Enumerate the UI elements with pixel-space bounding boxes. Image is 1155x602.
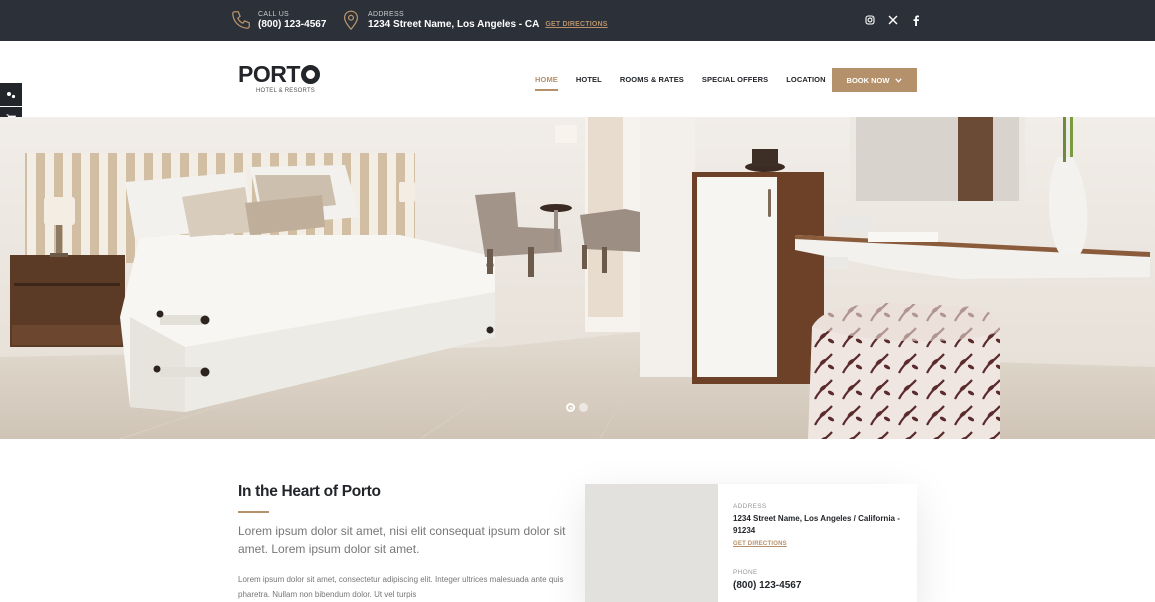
chevron-down-icon (895, 77, 903, 83)
nav-special-offers[interactable]: SPECIAL OFFERS (702, 75, 768, 84)
intro-body: Lorem ipsum dolor sit amet, consectetur … (238, 575, 564, 600)
nav-home[interactable]: HOME (535, 75, 558, 91)
intro-lead: Lorem ipsum dolor sit amet, nisi elit co… (238, 524, 566, 556)
contact-card: ADDRESS 1234 Street Name, Los Angeles / … (585, 484, 917, 602)
card-address-value: 1234 Street Name, Los Angeles / Californ… (733, 514, 900, 536)
instagram-icon[interactable] (863, 13, 876, 27)
nav-location[interactable]: LOCATION (786, 75, 825, 84)
contact-info: ADDRESS 1234 Street Name, Los Angeles / … (733, 503, 903, 591)
settings-widget[interactable] (0, 83, 22, 106)
address-value: 1234 Street Name, Los Angeles - CA (368, 18, 540, 30)
call-us-number[interactable]: (800) 123-4567 (258, 19, 326, 30)
card-phone-value[interactable]: (800) 123-4567 (733, 580, 903, 591)
facebook-icon[interactable] (909, 13, 922, 27)
logo-o-mark (300, 65, 320, 84)
card-phone-label: PHONE (733, 568, 758, 576)
card-directions-link[interactable]: GET DIRECTIONS (733, 541, 903, 547)
location-pin-icon (343, 10, 359, 31)
nav-hotel[interactable]: HOTEL (576, 75, 602, 84)
title-divider (238, 511, 269, 513)
top-bar: CALL US (800) 123-4567 ADDRESS 1234 Stre… (0, 0, 1155, 41)
slider-dots (566, 403, 588, 412)
site-header: PORT HOTEL & RESORTS HOME HOTEL ROOMS & … (0, 41, 1155, 117)
call-us-label: CALL US (258, 10, 290, 18)
book-now-button[interactable]: BOOK NOW (832, 68, 917, 92)
slider-dot-2[interactable] (579, 403, 588, 412)
call-us-info[interactable]: CALL US (800) 123-4567 (230, 9, 326, 31)
card-address-label: ADDRESS (733, 503, 767, 510)
intro-section: In the Heart of Porto Lorem ipsum dolor … (238, 483, 568, 602)
slider-dot-1[interactable] (566, 403, 575, 412)
address-info: ADDRESS 1234 Street Name, Los Angeles - … (340, 9, 608, 31)
x-icon[interactable] (886, 13, 899, 27)
social-links (863, 13, 922, 27)
nav-rooms-rates[interactable]: ROOMS & RATES (620, 75, 684, 84)
map-placeholder[interactable] (585, 484, 718, 602)
phone-icon (232, 11, 250, 29)
hero-slider[interactable] (0, 117, 1155, 439)
address-label: ADDRESS (368, 10, 404, 18)
get-directions-link[interactable]: GET DIRECTIONS (545, 21, 607, 28)
book-now-label: BOOK NOW (846, 75, 890, 85)
main-nav: HOME HOTEL ROOMS & RATES SPECIAL OFFERS … (535, 75, 844, 91)
logo-subtitle: HOTEL & RESORTS (256, 88, 316, 94)
logo-text: PORT (238, 61, 300, 87)
hero-bedroom-image (0, 117, 1155, 439)
settings-icon (7, 91, 16, 98)
intro-title: In the Heart of Porto (238, 483, 381, 500)
logo[interactable]: PORT HOTEL & RESORTS (238, 63, 320, 94)
